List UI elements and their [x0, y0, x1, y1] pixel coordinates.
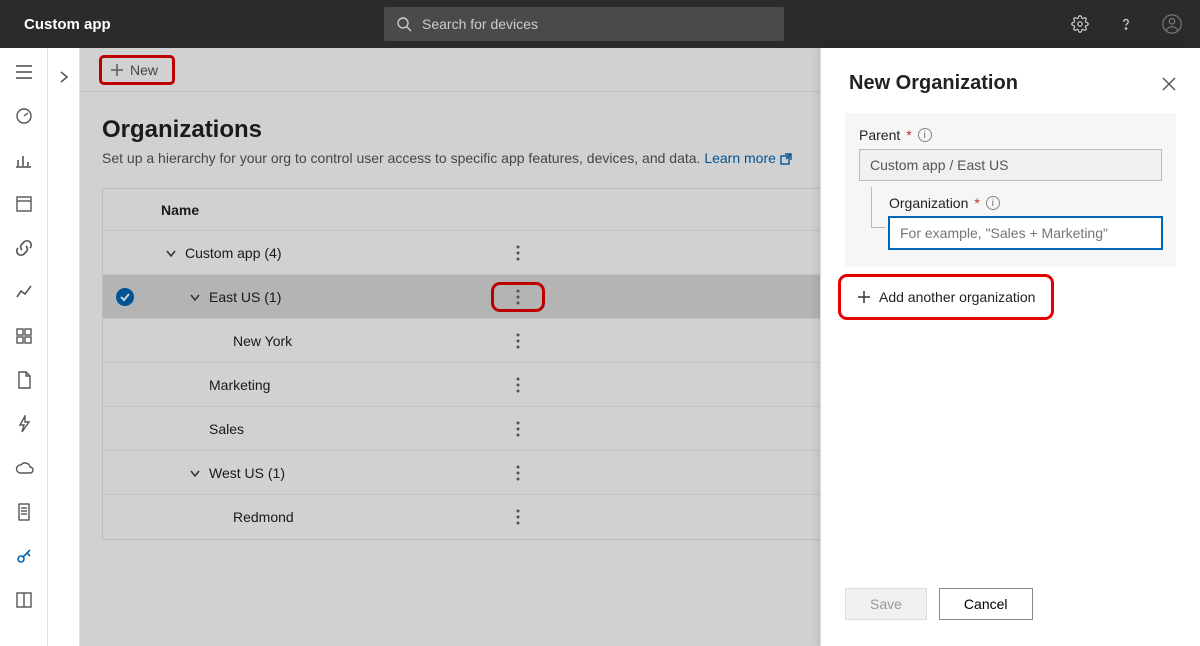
nav-rail [0, 48, 48, 646]
check-icon [116, 288, 134, 306]
search-box[interactable] [384, 7, 784, 41]
key-icon[interactable] [14, 546, 34, 566]
new-button-label: New [130, 62, 158, 78]
cloud-icon[interactable] [14, 458, 34, 478]
required-marker: * [906, 127, 911, 143]
info-icon[interactable]: i [918, 128, 932, 142]
panel-icon[interactable] [14, 590, 34, 610]
help-icon[interactable] [1110, 8, 1142, 40]
org-input[interactable] [889, 217, 1162, 249]
hamburger-icon[interactable] [14, 62, 34, 82]
row-label: New York [233, 333, 292, 349]
more-icon[interactable] [498, 333, 538, 349]
cancel-button[interactable]: Cancel [939, 588, 1033, 620]
save-button[interactable]: Save [845, 588, 927, 620]
org-label: Organization * i [889, 195, 1162, 211]
chevron-down-icon[interactable] [189, 292, 201, 302]
barchart-icon[interactable] [14, 150, 34, 170]
bolt-icon[interactable] [14, 414, 34, 434]
settings-icon[interactable] [1064, 8, 1096, 40]
row-label: Redmond [233, 509, 294, 525]
row-label: West US (1) [209, 465, 285, 481]
main-area: New Organizations Set up a hierarchy for… [80, 48, 1200, 646]
more-icon[interactable] [498, 465, 538, 481]
row-label: East US (1) [209, 289, 281, 305]
linechart-icon[interactable] [14, 282, 34, 302]
parent-input[interactable] [859, 149, 1162, 181]
page-icon[interactable] [14, 370, 34, 390]
form-block: Parent * i Organization * i [845, 113, 1176, 267]
gauge-icon[interactable] [14, 106, 34, 126]
app-icon[interactable] [14, 194, 34, 214]
learn-more-link[interactable]: Learn more [704, 150, 791, 166]
search-icon [396, 16, 412, 32]
chevron-right-icon[interactable] [59, 70, 69, 646]
account-icon[interactable] [1156, 8, 1188, 40]
row-label: Custom app (4) [185, 245, 281, 261]
link-icon[interactable] [14, 238, 34, 258]
more-icon[interactable] [498, 377, 538, 393]
more-icon[interactable] [498, 245, 538, 261]
flyout-title: New Organization [849, 72, 1018, 95]
close-icon[interactable] [1162, 77, 1176, 91]
chevron-down-icon[interactable] [189, 468, 201, 478]
add-another-button[interactable]: Add another organization [845, 281, 1047, 313]
top-bar: Custom app [0, 0, 1200, 48]
more-icon[interactable] [498, 509, 538, 525]
col-name: Name [161, 202, 199, 218]
chevron-down-icon[interactable] [165, 248, 177, 258]
app-title: Custom app [12, 16, 372, 33]
parent-label: Parent * i [859, 127, 1162, 143]
row-label: Marketing [209, 377, 270, 393]
grid-icon[interactable] [14, 326, 34, 346]
doc-icon[interactable] [14, 502, 34, 522]
more-icon[interactable] [498, 421, 538, 437]
more-icon[interactable] [498, 289, 538, 305]
info-icon[interactable]: i [986, 196, 1000, 210]
new-org-flyout: New Organization Parent * i Organization [820, 48, 1200, 646]
collapse-column [48, 48, 80, 646]
search-input[interactable] [422, 16, 772, 32]
new-button[interactable]: New [102, 58, 172, 82]
row-label: Sales [209, 421, 244, 437]
required-marker: * [974, 195, 979, 211]
